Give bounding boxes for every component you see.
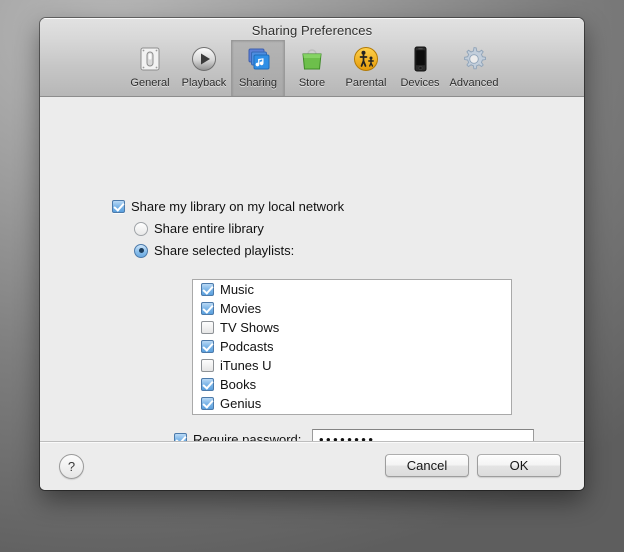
playlist-label-books: Books — [220, 377, 257, 392]
toolbar-label-devices: Devices — [400, 77, 440, 89]
toolbar-label-parental: Parental — [345, 77, 387, 89]
share-selected-playlists-label: Share selected playlists: — [154, 243, 295, 258]
toolbar-label-sharing: Sharing — [239, 77, 277, 89]
share-entire-library-label: Share entire library — [154, 221, 264, 236]
sharing-stack-icon — [241, 43, 275, 75]
desktop-background: Sharing Preferences General Playback Sha… — [0, 0, 624, 552]
toolbar-item-parental[interactable]: Parental — [339, 40, 393, 96]
playlist-checkbox-tv-shows[interactable] — [201, 321, 214, 334]
list-item[interactable]: Books — [193, 375, 511, 394]
share-selected-playlists-radio[interactable] — [134, 243, 148, 258]
playlist-label-podcasts: Podcasts — [220, 339, 274, 354]
playlist-label-movies: Movies — [220, 301, 262, 316]
toolbar-label-store: Store — [298, 77, 326, 89]
playlist-checkbox-books[interactable] — [201, 378, 214, 391]
toolbar-item-playback[interactable]: Playback — [177, 40, 231, 96]
ok-button[interactable]: OK — [477, 454, 561, 477]
toolbar-item-advanced[interactable]: Advanced — [447, 40, 501, 96]
toolbar-item-store[interactable]: Store — [285, 40, 339, 96]
list-item[interactable]: Music — [193, 280, 511, 299]
list-item[interactable]: TV Shows — [193, 318, 511, 337]
toolbar-item-sharing[interactable]: Sharing — [231, 40, 285, 96]
share-library-label: Share my library on my local network — [131, 199, 345, 214]
help-button[interactable]: ? — [59, 454, 84, 479]
playlist-label-tv-shows: TV Shows — [220, 320, 280, 335]
gear-icon — [457, 43, 491, 75]
toolbar-label-general: General — [130, 77, 170, 89]
general-switch-icon — [133, 43, 167, 75]
toolbar-label-advanced: Advanced — [449, 77, 499, 89]
shopping-bag-icon — [295, 43, 329, 75]
toolbar-item-general[interactable]: General — [123, 40, 177, 96]
playlist-label-itunes-u: iTunes U — [220, 358, 272, 373]
playlist-checkbox-genius[interactable] — [201, 397, 214, 410]
playlist-checkbox-movies[interactable] — [201, 302, 214, 315]
toolbar-item-devices[interactable]: Devices — [393, 40, 447, 96]
share-entire-library-radio-row[interactable]: Share entire library — [134, 221, 264, 236]
cancel-button[interactable]: Cancel — [385, 454, 469, 477]
playlist-checkbox-itunes-u[interactable] — [201, 359, 214, 372]
window-titlebar[interactable]: Sharing Preferences General Playback Sha… — [40, 18, 584, 97]
list-item[interactable]: iTunes U — [193, 356, 511, 375]
preferences-toolbar: General Playback Sharing Store Parental … — [40, 40, 584, 96]
playlist-label-music: Music — [220, 282, 254, 297]
sharing-settings-panel: Share my library on my local network Sha… — [40, 97, 584, 489]
toolbar-label-playback: Playback — [181, 77, 227, 89]
parental-controls-icon — [349, 43, 383, 75]
share-entire-library-radio[interactable] — [134, 221, 148, 236]
iphone-icon — [403, 43, 437, 75]
playlist-checkbox-music[interactable] — [201, 283, 214, 296]
dialog-button-bar: ? Cancel OK — [40, 441, 584, 490]
window-title: Sharing Preferences — [251, 23, 373, 38]
share-library-checkbox-row[interactable]: Share my library on my local network — [112, 199, 344, 214]
play-circle-icon — [187, 43, 221, 75]
playlist-label-genius: Genius — [220, 396, 262, 411]
playlist-checkbox-podcasts[interactable] — [201, 340, 214, 353]
playlist-list-box[interactable]: Music Movies TV Shows Podcasts iTunes U — [192, 279, 512, 415]
share-selected-playlists-radio-row[interactable]: Share selected playlists: — [134, 243, 294, 258]
list-item[interactable]: Movies — [193, 299, 511, 318]
list-item[interactable]: Genius — [193, 394, 511, 413]
sharing-preferences-window: Sharing Preferences General Playback Sha… — [40, 18, 584, 490]
list-item[interactable]: Podcasts — [193, 337, 511, 356]
share-library-checkbox[interactable] — [112, 200, 125, 213]
